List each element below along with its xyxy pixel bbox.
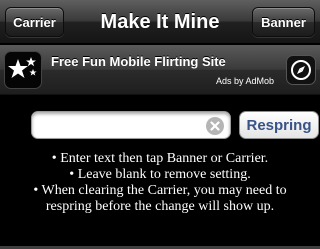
instruction-line: respring before the change will show up.: [45, 199, 275, 214]
ad-banner[interactable]: Free Fun Mobile Flirting Site Ads by AdM…: [0, 45, 320, 95]
text-input[interactable]: [40, 116, 200, 134]
instruction-line: • Enter text then tap Banner or Carrier.: [51, 151, 269, 166]
instruction-line: • Leave blank to remove setting.: [69, 167, 251, 182]
carrier-button[interactable]: Carrier: [5, 7, 64, 37]
instructions: • Enter text then tap Banner or Carrier.…: [0, 151, 320, 215]
navigation-bar: Carrier Make It Mine Banner: [0, 0, 320, 44]
sparkle-icon: [4, 51, 42, 89]
respring-button[interactable]: Respring: [239, 111, 319, 139]
text-field[interactable]: [31, 111, 231, 139]
ad-attribution: Ads by AdMob: [216, 76, 275, 86]
clear-icon[interactable]: [206, 117, 224, 135]
compass-icon[interactable]: [286, 55, 316, 85]
instruction-line: • When clearing the Carrier, you may nee…: [33, 183, 287, 198]
ad-text[interactable]: Free Fun Mobile Flirting Site: [51, 54, 226, 69]
page-title: Make It Mine: [100, 10, 220, 33]
banner-button[interactable]: Banner: [252, 7, 315, 37]
